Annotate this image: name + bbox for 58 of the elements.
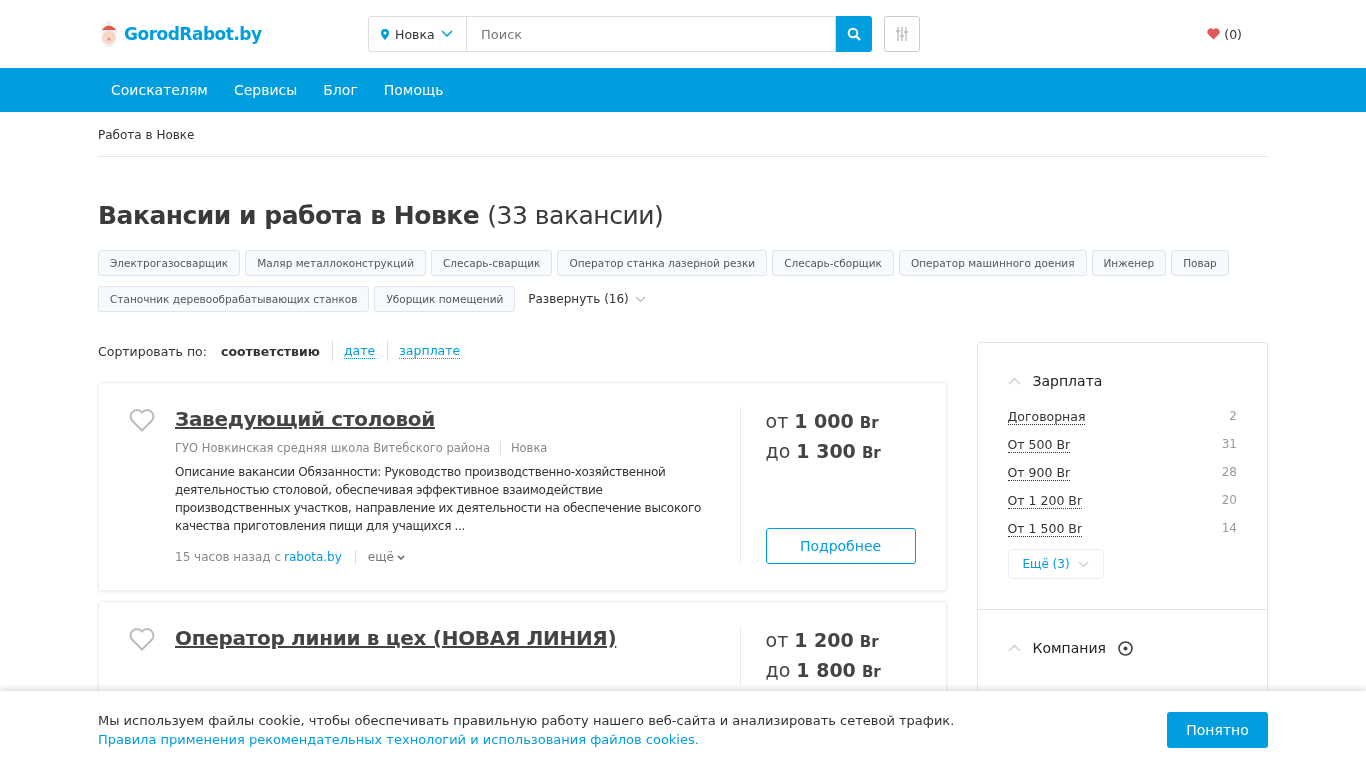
filter-title[interactable]: Зарплата: [1032, 373, 1103, 389]
option-count: 2: [1229, 409, 1237, 425]
city-name: Новка: [499, 441, 548, 455]
sort-option[interactable]: соответствию: [221, 343, 320, 359]
chevron-up-icon[interactable]: [1007, 644, 1021, 652]
tag-link[interactable]: Станочник деревообрабатывающих станков: [98, 286, 370, 312]
chevron-down-icon: [1077, 560, 1089, 568]
tag-link[interactable]: Оператор станка лазерной резки: [557, 250, 768, 276]
tag-link[interactable]: Электрогазосварщик: [98, 250, 241, 276]
chevron-up-icon[interactable]: [1007, 377, 1021, 385]
filter-title[interactable]: Компания: [1032, 640, 1106, 656]
tag-link[interactable]: Оператор машинного доения: [898, 250, 1087, 276]
option-count: 14: [1221, 521, 1237, 537]
sort-label: Сортировать по:: [98, 343, 207, 359]
tag-link[interactable]: Инженер: [1091, 250, 1167, 276]
tag-link[interactable]: Повар: [1171, 250, 1229, 276]
chevron-down-icon: [440, 30, 453, 38]
vacancy-title-link[interactable]: Оператор линии в цех (НОВАЯ ЛИНИЯ): [175, 626, 617, 650]
pin-icon: [381, 28, 389, 40]
heart-icon: [1207, 28, 1221, 40]
filter-option[interactable]: От 900 Br: [1007, 465, 1071, 481]
posted-time: 15 часов назад с: [175, 550, 281, 564]
option-count: 31: [1221, 437, 1237, 453]
breadcrumb-link[interactable]: Работа в Новке: [98, 128, 195, 142]
heart-outline-icon[interactable]: [129, 409, 155, 432]
page-title: Вакансии и работа в Новке: [98, 201, 480, 230]
tag-link[interactable]: Слесарь-сварщик: [430, 250, 553, 276]
santa-icon: [98, 20, 120, 48]
search-button[interactable]: [836, 16, 872, 52]
search-icon: [847, 27, 861, 41]
vacancy-count: (33 вакансии): [487, 201, 664, 230]
expand-tags-button[interactable]: Развернуть (16): [520, 292, 654, 306]
option-count: 28: [1221, 465, 1237, 481]
tag-link[interactable]: Маляр металлоконструкций: [245, 250, 426, 276]
company-name: ГУО Новкинская средняя школа Витебского района: [175, 441, 490, 455]
favorites-link[interactable]: (0): [1201, 25, 1248, 43]
filter-option[interactable]: От 1 200 Br: [1007, 493, 1083, 509]
chevron-down-icon: [396, 554, 405, 560]
more-button[interactable]: ещё: [354, 550, 405, 564]
filter-button[interactable]: [884, 16, 920, 52]
heart-outline-icon[interactable]: [129, 628, 155, 651]
salary-to: до 1 800 Br: [765, 658, 882, 683]
salary-to: до 1 300 Br: [765, 439, 882, 464]
vacancy-description: Описание вакансии Обязанности: Руководство производственно-хозяйственной деятельностью столовой, обеспечивая эффективное взаимодействие производственных участков, направление их деятельности на обеспечение высокого качества приготовления пищи для учащихся ...: [175, 464, 702, 535]
filter-option[interactable]: От 500 Br: [1007, 437, 1071, 453]
tag-link[interactable]: Слесарь-сборщик: [772, 250, 894, 276]
search-field[interactable]: Поиск: [467, 16, 836, 52]
tag-link[interactable]: Уборщик помещений: [374, 286, 516, 312]
sliders-icon: [896, 26, 908, 42]
filter-option[interactable]: Договорная: [1007, 409, 1086, 425]
cookie-text: Мы используем файлы cookie, чтобы обеспечивать правильную работу нашего веб-сайта и анализировать сетевой трафик.: [98, 712, 955, 730]
chevron-down-icon: [634, 295, 646, 303]
vacancy-title-link[interactable]: Заведующий столовой: [175, 407, 435, 431]
salary-from: от 1 200 Br: [765, 628, 880, 653]
location-dropdown[interactable]: Новка: [368, 16, 467, 52]
filter-option[interactable]: От 1 500 Br: [1007, 521, 1083, 537]
option-count: 20: [1221, 493, 1237, 509]
salary-from: от 1 000 Br: [765, 409, 880, 434]
